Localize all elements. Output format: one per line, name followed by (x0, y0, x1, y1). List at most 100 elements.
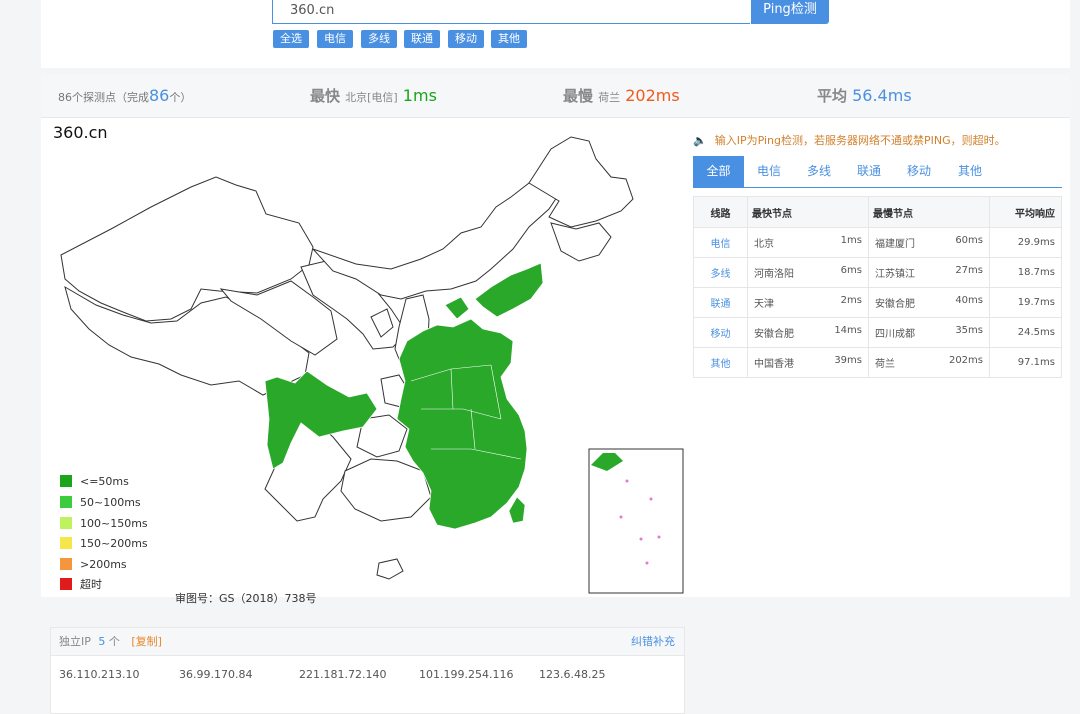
table-header-row: 线路 最快节点 最慢节点 平均响应 (693, 196, 1062, 228)
line-link[interactable]: 移动 (711, 329, 731, 340)
fastest-title: 最快 (310, 87, 341, 105)
ip-item: 101.199.254.116 (419, 668, 514, 681)
province-taiwan (508, 496, 526, 524)
slowest-stat: 最慢 荷兰 202ms (563, 75, 680, 117)
table-row: 移动 安徽合肥 14ms 四川成都 35ms 24.5ms (693, 317, 1062, 348)
row-avg: 97.1ms (989, 347, 1062, 378)
table-row: 其他 中国香港 39ms 荷兰 202ms 97.1ms (693, 347, 1062, 378)
fast-node: 天津 (754, 299, 774, 310)
line-link[interactable]: 电信 (711, 239, 731, 250)
tab-mobile[interactable]: 移动 (894, 156, 944, 187)
line-summary-panel: 🔈 输入IP为Ping检测，若服务器网络不通或禁PING，则超时。 全部 电信 多… (693, 119, 1063, 419)
slowest-value: 202ms (625, 86, 680, 105)
row-fastest: 天津 2ms (747, 287, 869, 318)
row-fastest: 河南洛阳 6ms (747, 257, 869, 288)
map-approval-number: 审图号：GS（2018）738号 (175, 592, 317, 605)
legend-item-timeout: 超时 (60, 578, 102, 592)
table-row: 多线 河南洛阳 6ms 江苏镇江 27ms 18.7ms (693, 257, 1062, 288)
legend-item-100: 50~100ms (60, 496, 141, 510)
row-line: 联通 (693, 287, 748, 318)
filter-mobile-button[interactable]: 移动 (448, 30, 484, 48)
legend-label: >200ms (80, 558, 127, 571)
report-link[interactable]: 纠错补充 (631, 628, 675, 655)
row-fastest: 安徽合肥 14ms (747, 317, 869, 348)
legend-label: <=50ms (80, 475, 129, 488)
slow-ms: 202ms (948, 355, 983, 366)
fast-ms: 6ms (840, 265, 862, 276)
legend-swatch (60, 517, 72, 529)
filter-telecom-button[interactable]: 电信 (317, 30, 353, 48)
province-guangxi (340, 458, 432, 522)
line-table: 线路 最快节点 最慢节点 平均响应 电信 北京 1ms 福建厦门 60ms 29.9… (693, 196, 1062, 378)
row-avg: 18.7ms (989, 257, 1062, 288)
average-title: 平均 (817, 87, 848, 105)
province-jilin (550, 222, 612, 262)
search-input[interactable] (272, 0, 750, 24)
search-card: Ping检测 全选 电信 多线 联通 移动 其他 (41, 0, 1070, 68)
row-line: 其他 (693, 347, 748, 378)
legend-item-over200: >200ms (60, 558, 127, 572)
fast-ms: 14ms (834, 325, 862, 336)
header-line: 线路 (693, 196, 748, 228)
row-line: 电信 (693, 227, 748, 258)
line-link[interactable]: 多线 (711, 269, 731, 280)
ip-label: 独立IP (59, 635, 91, 648)
legend-swatch (60, 475, 72, 487)
legend-item-50: <=50ms (60, 475, 129, 489)
tab-unicom[interactable]: 联通 (844, 156, 894, 187)
filter-multiline-button[interactable]: 多线 (361, 30, 397, 48)
row-avg: 29.9ms (989, 227, 1062, 258)
legend-label: 超时 (80, 578, 102, 591)
ip-item: 36.99.170.84 (179, 668, 253, 681)
slow-ms: 60ms (955, 235, 983, 246)
ip-item: 221.181.72.140 (299, 668, 387, 681)
line-link[interactable]: 其他 (711, 359, 731, 370)
node-count-done: 86 (149, 86, 170, 105)
row-slowest: 四川成都 35ms (868, 317, 990, 348)
slowest-node: 荷兰 (598, 91, 621, 104)
tab-other[interactable]: 其他 (944, 156, 996, 187)
row-slowest: 荷兰 202ms (868, 347, 990, 378)
south-sea-inset (588, 448, 684, 594)
row-slowest: 福建厦门 60ms (868, 227, 990, 258)
legend-swatch (60, 496, 72, 508)
slow-node: 江苏镇江 (875, 269, 915, 280)
province-hainan (376, 558, 404, 580)
result-card: 86个探测点（完成86个） 最快 北京[电信] 1ms 最慢 荷兰 202ms … (41, 75, 1070, 605)
legend-label: 100~150ms (80, 517, 148, 530)
filter-all-button[interactable]: 全选 (273, 30, 309, 48)
header-avg: 平均响应 (989, 196, 1062, 228)
filter-unicom-button[interactable]: 联通 (404, 30, 440, 48)
header-fastest: 最快节点 (747, 196, 869, 228)
filter-other-button[interactable]: 其他 (491, 30, 527, 48)
copy-link[interactable]: [复制] (131, 635, 162, 648)
legend-item-200: 150~200ms (60, 537, 148, 551)
speaker-icon: 🔈 (693, 134, 707, 147)
slow-node: 福建厦门 (875, 239, 915, 250)
row-fastest: 中国香港 39ms (747, 347, 869, 378)
tab-multiline[interactable]: 多线 (794, 156, 844, 187)
notice-text: 输入IP为Ping检测，若服务器网络不通或禁PING，则超时。 (714, 134, 1006, 147)
line-link[interactable]: 联通 (711, 299, 731, 310)
ip-item: 123.6.48.25 (539, 668, 606, 681)
legend-label: 50~100ms (80, 496, 141, 509)
legend-swatch (60, 558, 72, 570)
ping-button[interactable]: Ping检测 (751, 0, 829, 24)
ip-card: 独立IP 5 个 [复制] 纠错补充 36.110.213.10 36.99.1… (50, 627, 685, 714)
fast-ms: 39ms (834, 355, 862, 366)
node-count-prefix: 86个探测点（完成 (58, 91, 149, 104)
fast-node: 安徽合肥 (754, 329, 794, 340)
fast-node: 北京 (754, 239, 774, 250)
map-title: 360.cn (53, 123, 108, 142)
slow-node: 荷兰 (875, 359, 895, 370)
row-slowest: 安徽合肥 40ms (868, 287, 990, 318)
tab-all[interactable]: 全部 (693, 156, 744, 187)
ip-unit: 个 (108, 635, 120, 648)
slow-ms: 27ms (955, 265, 983, 276)
fastest-stat: 最快 北京[电信] 1ms (310, 75, 437, 117)
slow-ms: 35ms (955, 325, 983, 336)
ip-header: 独立IP 5 个 [复制] 纠错补充 (51, 628, 684, 656)
tab-telecom[interactable]: 电信 (744, 156, 794, 187)
legend-swatch (60, 537, 72, 549)
china-map: 360.cn <=50ms 50~100ms 100~150ms 150~200… (51, 119, 685, 605)
